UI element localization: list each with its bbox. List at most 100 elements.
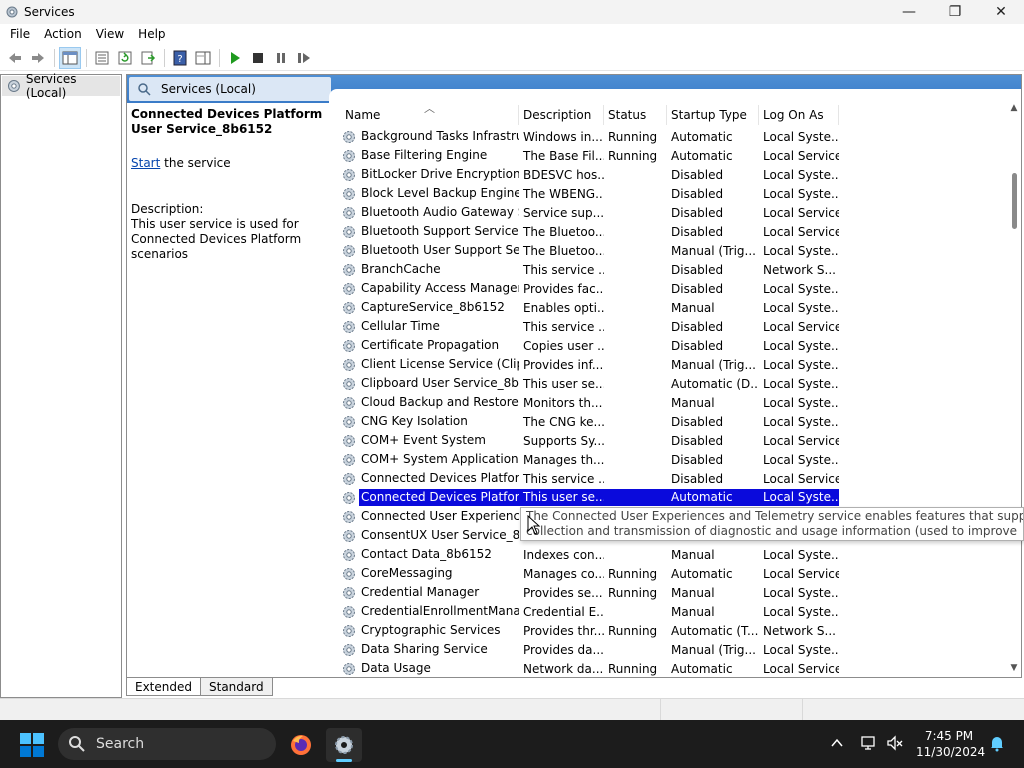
minimize-button[interactable]: — bbox=[886, 0, 932, 24]
service-row[interactable]: BranchCache This service ... Disabled Netwo… bbox=[341, 260, 1005, 279]
service-name-cell: ConsentUX User Service_8b... bbox=[341, 527, 519, 544]
service-row[interactable]: Bluetooth Support Service The Bluetoo... D… bbox=[341, 222, 1005, 241]
service-description-cell: Monitors th... bbox=[523, 395, 603, 410]
services-main-pane: Services (Local) Connected Devices Platf… bbox=[126, 74, 1022, 678]
service-description-cell: This user se... bbox=[519, 489, 604, 506]
service-name: Base Filtering Engine bbox=[361, 148, 488, 162]
service-row[interactable]: CredentialEnrollmentMana... Credential E.… bbox=[341, 602, 1005, 621]
column-header-log-on-as[interactable]: Log On As bbox=[759, 105, 839, 125]
pause-service-button[interactable] bbox=[270, 47, 292, 69]
description-text: This user service is used for Connected … bbox=[131, 217, 302, 261]
service-logon-cell: Local Service bbox=[763, 471, 839, 486]
service-name-cell: Capability Access Manager ... bbox=[341, 280, 519, 297]
forward-button[interactable] bbox=[27, 47, 49, 69]
menu-view[interactable]: View bbox=[90, 27, 130, 41]
scroll-down-icon[interactable]: ▼ bbox=[1007, 663, 1021, 677]
restart-service-button[interactable] bbox=[293, 47, 315, 69]
show-action-pane-button[interactable] bbox=[192, 47, 214, 69]
column-header-startup-type[interactable]: Startup Type bbox=[667, 105, 759, 125]
chevron-up-icon[interactable] bbox=[830, 736, 844, 750]
service-row[interactable]: Bluetooth Audio Gateway S... Service sup.… bbox=[341, 203, 1005, 222]
start-service-link[interactable]: Start bbox=[131, 156, 160, 170]
service-row[interactable]: Cryptographic Services Provides thr... Run… bbox=[341, 621, 1005, 640]
service-row[interactable]: Clipboard User Service_8b6... This user s… bbox=[341, 374, 1005, 393]
service-row[interactable]: COM+ System Application Manages th... Disa… bbox=[341, 450, 1005, 469]
service-row[interactable]: COM+ Event System Supports Sy... Disabled L… bbox=[341, 431, 1005, 450]
back-button[interactable] bbox=[4, 47, 26, 69]
help-button[interactable]: ? bbox=[169, 47, 191, 69]
close-button[interactable]: ✕ bbox=[978, 0, 1024, 24]
volume-muted-icon[interactable] bbox=[886, 734, 904, 752]
toolbar-separator bbox=[219, 48, 220, 67]
menu-file[interactable]: File bbox=[4, 27, 36, 41]
windows-start-icon[interactable] bbox=[20, 733, 44, 757]
taskbar-services[interactable] bbox=[326, 728, 362, 762]
service-gear-icon bbox=[343, 377, 355, 390]
scroll-thumb[interactable] bbox=[1012, 173, 1017, 229]
service-row[interactable]: Cellular Time This service ... Disabled Loc… bbox=[341, 317, 1005, 336]
service-name-cell: Connected Devices Platfor... bbox=[341, 470, 519, 487]
service-row[interactable]: Data Usage Network da... Running Automatic L… bbox=[341, 659, 1005, 677]
service-description-panel: Connected Devices Platform User Service_… bbox=[131, 107, 336, 262]
taskbar-clock[interactable]: 7:45 PM 11/30/2024 bbox=[916, 728, 985, 760]
service-row[interactable]: Connected Devices Platfor... This service… bbox=[341, 469, 1005, 488]
service-name: Bluetooth User Support Ser... bbox=[361, 243, 519, 257]
service-row[interactable]: CaptureService_8b6152 Enables opti... Manu… bbox=[341, 298, 1005, 317]
column-header-description[interactable]: Description bbox=[519, 105, 604, 125]
menu-help[interactable]: Help bbox=[132, 27, 171, 41]
service-name-cell: Base Filtering Engine bbox=[341, 147, 519, 164]
service-row[interactable]: Connected Devices Platfor... This user se… bbox=[341, 488, 1005, 507]
menu-action[interactable]: Action bbox=[38, 27, 88, 41]
service-description-cell: BDESVC hos... bbox=[523, 167, 604, 182]
vertical-scrollbar[interactable]: ▲ ▼ bbox=[1007, 103, 1021, 677]
service-row[interactable]: Capability Access Manager ... Provides fa… bbox=[341, 279, 1005, 298]
status-segment bbox=[660, 699, 802, 721]
notification-bell-icon[interactable] bbox=[988, 734, 1006, 752]
service-logon-cell: Local Service bbox=[763, 205, 839, 220]
column-header-status[interactable]: Status bbox=[604, 105, 667, 125]
tab-standard[interactable]: Standard bbox=[200, 678, 273, 696]
service-row[interactable]: Data Sharing Service Provides da... Manual… bbox=[341, 640, 1005, 659]
maximize-button[interactable]: ❐ bbox=[932, 0, 978, 24]
service-row[interactable]: Cloud Backup and Restore ... Monitors th.… bbox=[341, 393, 1005, 412]
service-gear-icon bbox=[343, 529, 355, 542]
service-name-cell: Block Level Backup Engine ... bbox=[341, 185, 519, 202]
service-startup-cell: Manual bbox=[671, 300, 715, 315]
network-icon[interactable] bbox=[860, 734, 878, 752]
service-status-cell: Running bbox=[608, 623, 658, 638]
service-gear-icon bbox=[343, 244, 355, 257]
service-row[interactable]: Background Tasks Infrastru... Windows in.… bbox=[341, 127, 1005, 146]
service-gear-icon bbox=[343, 320, 355, 333]
service-row[interactable]: Base Filtering Engine The Base Fil... Runn… bbox=[341, 146, 1005, 165]
show-hide-console-tree-button[interactable] bbox=[59, 46, 81, 69]
service-row[interactable]: Client License Service (ClipS... Provides… bbox=[341, 355, 1005, 374]
tab-extended[interactable]: Extended bbox=[126, 678, 201, 696]
service-startup-cell: Automatic bbox=[671, 148, 733, 163]
service-row[interactable]: Certificate Propagation Copies user ... Di… bbox=[341, 336, 1005, 355]
properties-button[interactable] bbox=[91, 47, 113, 69]
service-startup-cell: Manual (Trig... bbox=[671, 243, 756, 258]
export-list-button[interactable] bbox=[137, 47, 159, 69]
service-name: Data Usage bbox=[361, 661, 431, 675]
taskbar-firefox[interactable] bbox=[283, 728, 319, 762]
service-row[interactable]: Contact Data_8b6152 Indexes con... Manual L… bbox=[341, 545, 1005, 564]
service-name-cell: BitLocker Drive Encryption ... bbox=[341, 166, 519, 183]
start-service-button[interactable] bbox=[224, 47, 246, 69]
service-row[interactable]: Block Level Backup Engine ... The WBENG..… bbox=[341, 184, 1005, 203]
service-row[interactable]: BitLocker Drive Encryption ... BDESVC hos… bbox=[341, 165, 1005, 184]
refresh-button[interactable] bbox=[114, 47, 136, 69]
console-tree-icon bbox=[62, 51, 78, 64]
scroll-up-icon[interactable]: ▲ bbox=[1007, 103, 1021, 117]
tree-item-services-local[interactable]: Services (Local) bbox=[2, 72, 120, 100]
service-row[interactable]: Bluetooth User Support Ser... The Bluetoo… bbox=[341, 241, 1005, 260]
service-logon-cell: Local Syste... bbox=[763, 186, 839, 201]
view-tabs: Extended Standard bbox=[126, 678, 273, 698]
service-name-cell: BranchCache bbox=[341, 261, 519, 278]
stop-service-button[interactable] bbox=[247, 47, 269, 69]
service-row[interactable]: Credential Manager Provides se... Running M… bbox=[341, 583, 1005, 602]
service-logon-cell: Local Syste... bbox=[763, 604, 839, 619]
service-row[interactable]: CNG Key Isolation The CNG ke... Disabled Lo… bbox=[341, 412, 1005, 431]
taskbar-search[interactable]: Search bbox=[58, 728, 276, 760]
service-row[interactable]: CoreMessaging Manages co... Running Automat… bbox=[341, 564, 1005, 583]
service-startup-cell: Disabled bbox=[671, 167, 724, 182]
